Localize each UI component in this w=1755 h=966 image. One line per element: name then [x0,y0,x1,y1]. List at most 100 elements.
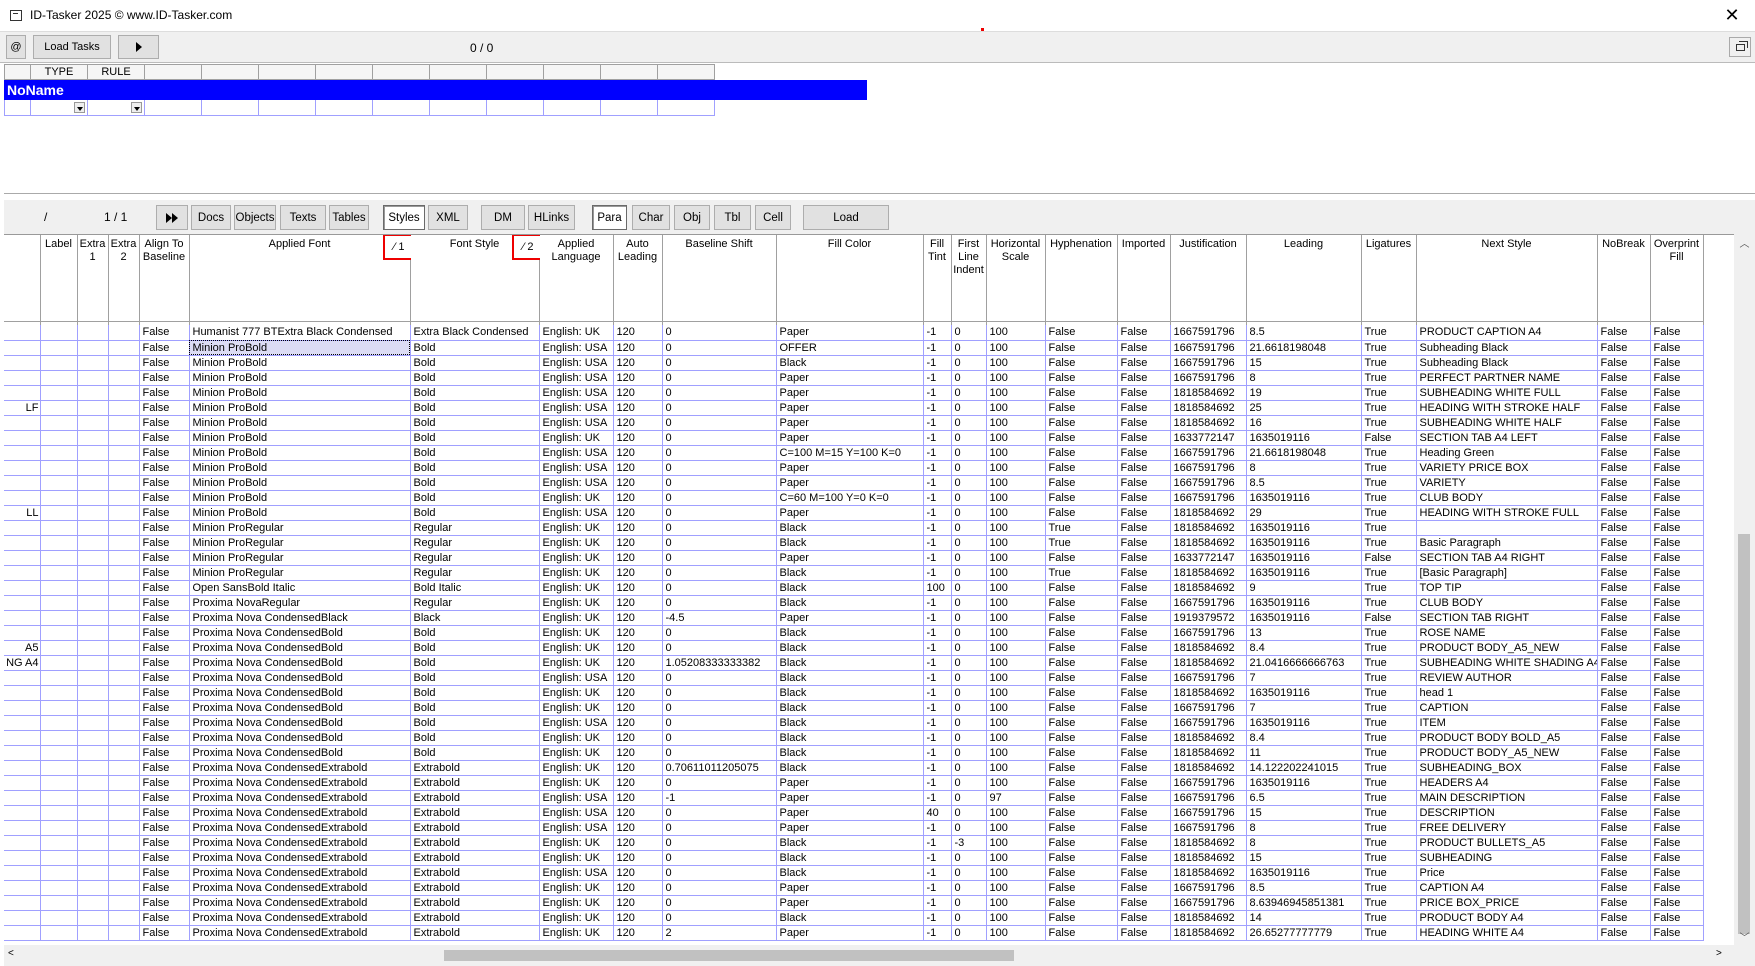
table-cell[interactable]: False [1597,430,1651,446]
table-cell[interactable]: Bold [410,415,540,431]
table-cell[interactable]: False [1117,760,1171,776]
table-cell[interactable]: Black [776,715,924,731]
table-cell[interactable]: -1 [923,505,952,521]
table-cell[interactable]: English: UK [539,895,614,911]
table-cell[interactable]: False [1045,640,1118,656]
table-cell[interactable]: False [139,400,190,416]
table-cell[interactable]: Bold [410,700,540,716]
table-cell[interactable]: 2 [662,925,777,941]
table-cell[interactable]: False [1650,835,1704,851]
table-cell[interactable]: 120 [613,805,663,821]
table-cell[interactable] [4,340,41,356]
table-cell[interactable]: 120 [613,910,663,926]
table-cell[interactable]: False [1597,385,1651,401]
table-cell[interactable]: False [1045,700,1118,716]
table-cell[interactable]: Black [776,745,924,761]
table-cell[interactable]: 1818584692 [1170,565,1247,581]
table-cell[interactable]: False [1650,625,1704,641]
table-cell[interactable]: 1633772147 [1170,430,1247,446]
table-cell[interactable]: Extrabold [410,880,540,896]
table-cell[interactable] [40,895,78,911]
table-cell[interactable]: 7 [1246,670,1362,686]
table-cell[interactable] [40,340,78,356]
table-cell[interactable]: 120 [613,475,663,491]
table-cell[interactable]: -1 [923,400,952,416]
table-cell[interactable]: 120 [613,745,663,761]
table-cell[interactable]: Bold [410,655,540,671]
table-cell[interactable]: False [1650,820,1704,836]
table-row[interactable]: False Minion ProBold Bold English: USA 120 0 P… [4,370,1704,386]
table-cell[interactable]: SUBHEADING WHITE SHADING A4 [1416,655,1598,671]
table-cell[interactable] [108,625,140,641]
table-cell[interactable]: -1 [923,340,952,356]
table-cell[interactable]: PRODUCT BODY BOLD_A5 [1416,730,1598,746]
table-cell[interactable]: False [139,490,190,506]
table-cell[interactable]: 100 [986,775,1046,791]
table-cell[interactable]: False [139,580,190,596]
table-cell[interactable]: 120 [613,685,663,701]
table-cell[interactable] [40,385,78,401]
table-cell[interactable]: 0 [662,550,777,566]
table-row[interactable]: False Proxima Nova CondensedBold Bold Engli… [4,625,1704,641]
table-cell[interactable]: True [1361,400,1417,416]
table-cell[interactable]: 0 [951,460,987,476]
table-cell[interactable] [40,325,78,341]
table-cell[interactable]: Proxima Nova CondensedExtrabold [189,805,411,821]
table-cell[interactable]: 0 [951,775,987,791]
table-cell[interactable] [108,430,140,446]
table-cell[interactable]: 120 [613,325,663,341]
table-row[interactable]: False Open SansBold Italic Bold Italic Engl… [4,580,1704,596]
table-cell[interactable]: False [1117,850,1171,866]
table-cell[interactable]: True [1361,835,1417,851]
table-cell[interactable]: False [1045,715,1118,731]
table-cell[interactable]: 21.0416666666763 [1246,655,1362,671]
table-cell[interactable]: 0 [951,535,987,551]
table-cell[interactable]: English: UK [539,760,614,776]
table-cell[interactable] [77,790,109,806]
table-cell[interactable]: False [1045,880,1118,896]
table-row[interactable]: False Proxima Nova CondensedExtrabold Extr… [4,820,1704,836]
table-cell[interactable]: English: UK [539,625,614,641]
table-cell[interactable]: CAPTION A4 [1416,880,1598,896]
table-cell[interactable]: 8.5 [1246,880,1362,896]
table-cell[interactable] [4,595,41,611]
table-cell[interactable]: 97 [986,790,1046,806]
table-cell[interactable]: 100 [986,820,1046,836]
table-cell[interactable]: 100 [986,385,1046,401]
tab-styles[interactable]: Styles [383,205,425,230]
table-cell[interactable] [40,550,78,566]
table-cell[interactable]: False [139,430,190,446]
table-cell[interactable]: 100 [986,715,1046,731]
table-cell[interactable]: 100 [986,460,1046,476]
table-cell[interactable]: HEADING WITH STROKE HALF [1416,400,1598,416]
table-cell[interactable]: 1667591796 [1170,325,1247,341]
rule-cell-4[interactable] [202,100,259,116]
table-row[interactable]: False Proxima Nova CondensedBold Bold Engli… [4,745,1704,761]
table-cell[interactable] [40,640,78,656]
table-cell[interactable]: Black [776,670,924,686]
table-cell[interactable]: 1818584692 [1170,400,1247,416]
table-cell[interactable]: True [1361,640,1417,656]
table-cell[interactable]: False [1650,400,1704,416]
column-header-20[interactable]: NoBreak [1597,235,1651,322]
table-cell[interactable] [77,550,109,566]
table-cell[interactable] [77,565,109,581]
subtab-char[interactable]: Char [632,205,670,230]
table-cell[interactable]: English: USA [539,790,614,806]
table-cell[interactable] [77,625,109,641]
table-row[interactable]: False Proxima Nova CondensedBold Bold Engli… [4,715,1704,731]
table-cell[interactable]: 1818584692 [1170,580,1247,596]
table-cell[interactable]: False [1650,805,1704,821]
table-cell[interactable]: False [1117,550,1171,566]
at-button[interactable]: @ [6,35,26,59]
table-cell[interactable] [4,790,41,806]
table-cell[interactable]: 120 [613,775,663,791]
table-cell[interactable]: Proxima Nova CondensedExtrabold [189,790,411,806]
table-cell[interactable] [40,835,78,851]
table-cell[interactable]: Minion ProBold [189,430,411,446]
table-cell[interactable]: True [1361,595,1417,611]
table-cell[interactable]: False [1597,445,1651,461]
table-cell[interactable]: False [1650,760,1704,776]
table-cell[interactable]: C=60 M=100 Y=0 K=0 [776,490,924,506]
table-cell[interactable]: False [1045,475,1118,491]
